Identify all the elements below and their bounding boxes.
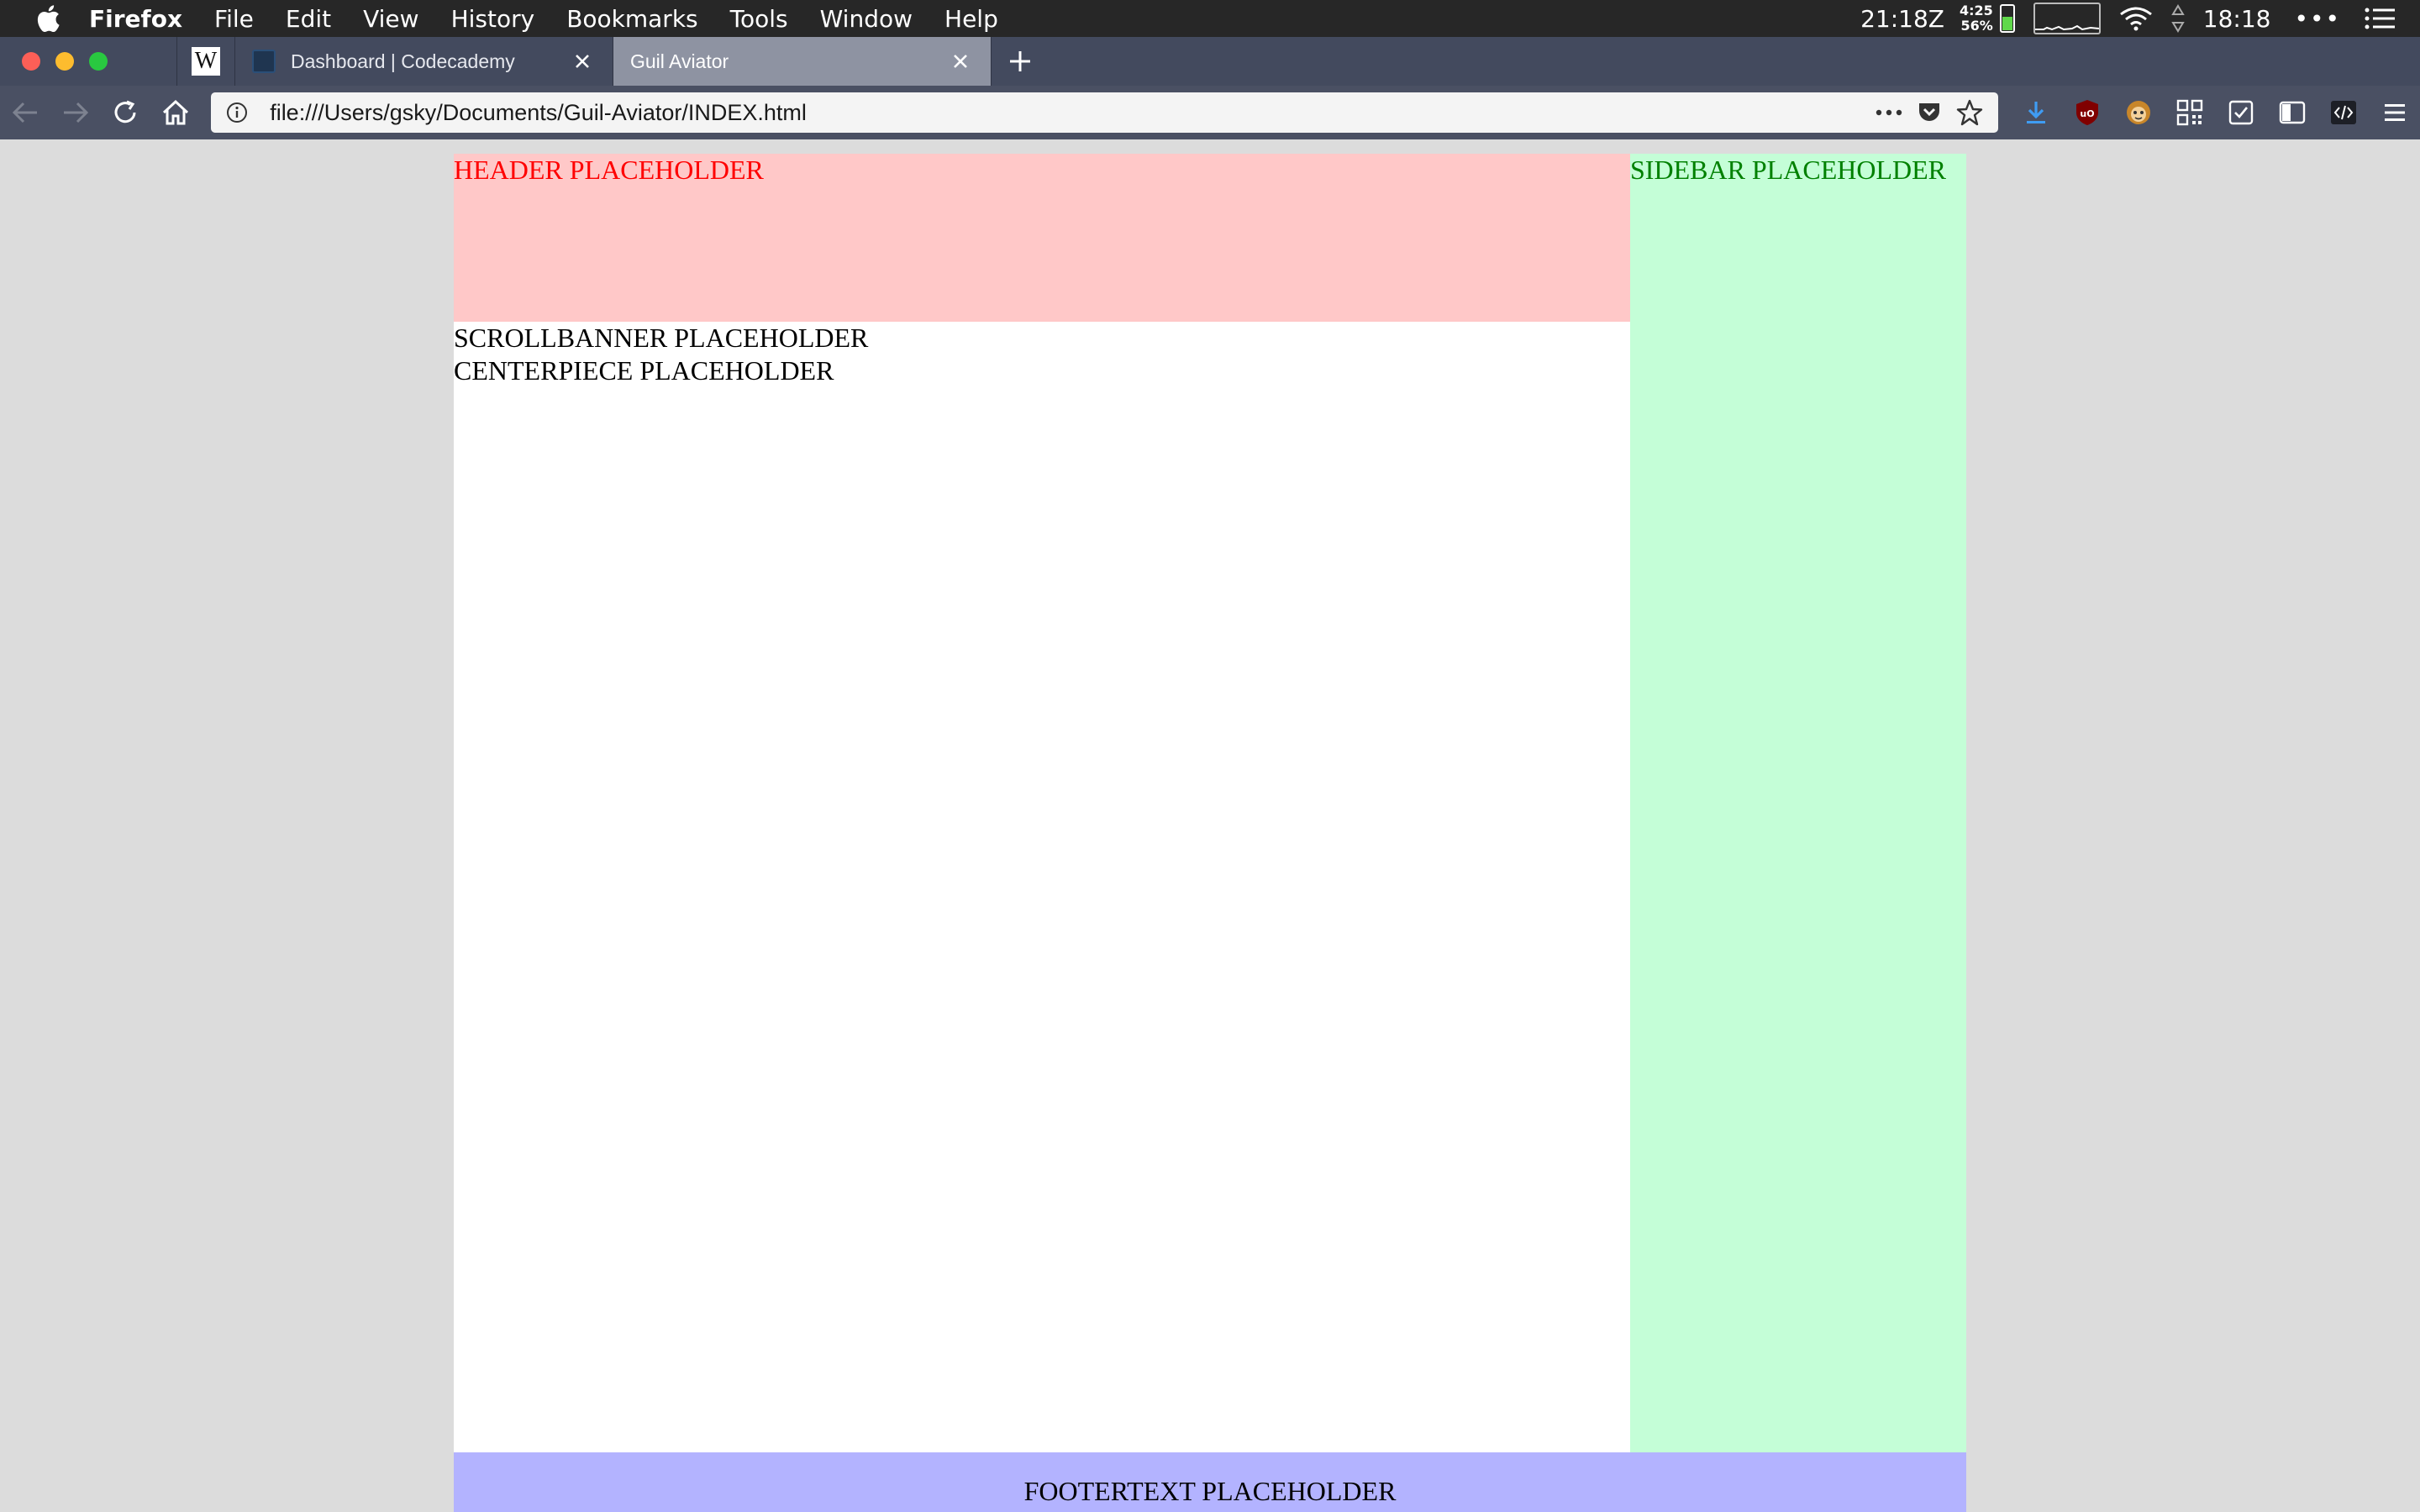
- downloads-icon[interactable]: [2010, 89, 2061, 136]
- menu-bar-status-area: 21:18Z 4:25 56% 18:18 •••: [1860, 0, 2420, 37]
- zoom-window-button[interactable]: [89, 52, 108, 71]
- back-button[interactable]: [0, 86, 50, 139]
- hamburger-menu-icon[interactable]: [2369, 89, 2420, 136]
- home-icon: [163, 99, 189, 125]
- arrow-left-icon: [12, 102, 37, 123]
- qr-code-icon[interactable]: [2164, 89, 2215, 136]
- macos-menu-bar: Firefox File Edit View History Bookmarks…: [0, 0, 2420, 37]
- menu-edit[interactable]: Edit: [286, 5, 331, 33]
- footer-text: FOOTERTEXT PLACEHOLDER: [1023, 1476, 1397, 1506]
- plus-icon: [1010, 51, 1030, 71]
- pinned-tab-wikipedia[interactable]: W: [176, 37, 235, 86]
- header-placeholder: HEADER PLACEHOLDER: [454, 154, 1630, 322]
- notification-center-icon[interactable]: [2365, 8, 2395, 29]
- battery-time: 4:25: [1959, 3, 1993, 18]
- battery-level: [2002, 17, 2012, 30]
- minimize-window-button[interactable]: [55, 52, 74, 71]
- menu-view[interactable]: View: [363, 5, 418, 33]
- sidebar-placeholder: SIDEBAR PLACEHOLDER: [1630, 154, 1966, 1452]
- wifi-icon[interactable]: [2119, 6, 2153, 31]
- sidebar-text: SIDEBAR PLACEHOLDER: [1630, 155, 1947, 185]
- home-button[interactable]: [150, 86, 201, 139]
- battery-percent: 56%: [1960, 18, 1993, 34]
- developer-tools-icon[interactable]: [2317, 89, 2369, 136]
- activity-graph-icon[interactable]: [2033, 3, 2101, 34]
- navigation-toolbar: file:///Users/gsky/Documents/Guil-Aviato…: [0, 86, 2420, 139]
- codecademy-favicon-icon: [252, 50, 276, 73]
- reload-button[interactable]: [101, 86, 151, 139]
- pocket-icon[interactable]: [1909, 96, 1949, 129]
- todo-checkbox-icon[interactable]: [2215, 89, 2266, 136]
- wikipedia-icon: W: [192, 47, 220, 76]
- menu-app-firefox[interactable]: Firefox: [89, 5, 182, 33]
- menu-file[interactable]: File: [214, 5, 254, 33]
- tab-codecademy[interactable]: Dashboard | Codecademy: [235, 37, 613, 86]
- tab-guil-aviator[interactable]: Guil Aviator: [613, 37, 992, 86]
- new-tab-button[interactable]: [992, 37, 1049, 86]
- forward-button[interactable]: [50, 86, 101, 139]
- sidebar-toggle-icon[interactable]: [2266, 89, 2317, 136]
- tampermonkey-icon[interactable]: [2112, 89, 2164, 136]
- zulu-time[interactable]: 21:18Z: [1860, 5, 1944, 33]
- tab-title: Dashboard | Codecademy: [291, 50, 515, 72]
- footer-placeholder: FOOTERTEXT PLACEHOLDER: [454, 1452, 1966, 1512]
- battery-readout[interactable]: 4:25 56%: [1960, 3, 1993, 34]
- menu-bar-clock[interactable]: 18:18: [2203, 5, 2271, 33]
- arrow-right-icon: [63, 102, 88, 123]
- svg-text:uO: uO: [2080, 108, 2094, 119]
- close-tab-icon[interactable]: [571, 50, 594, 73]
- menu-window[interactable]: Window: [820, 5, 913, 33]
- main-content: SCROLLBANNER PLACEHOLDER CENTERPIECE PLA…: [454, 322, 1630, 1452]
- battery-icon[interactable]: [1999, 4, 2015, 33]
- reload-icon: [115, 100, 136, 123]
- apple-menu-icon[interactable]: [27, 4, 69, 33]
- ublock-origin-icon[interactable]: uO: [2061, 89, 2112, 136]
- close-tab-icon[interactable]: [949, 50, 972, 73]
- scrollbanner-placeholder: SCROLLBANNER PLACEHOLDER: [454, 323, 869, 353]
- more-menu-extras-icon[interactable]: •••: [2294, 5, 2341, 33]
- centerpiece-placeholder: CENTERPIECE PLACEHOLDER: [454, 355, 834, 386]
- window-controls: [0, 37, 176, 86]
- bookmark-star-icon[interactable]: [1949, 96, 1990, 129]
- header-text: HEADER PLACEHOLDER: [454, 155, 764, 185]
- menu-bookmarks[interactable]: Bookmarks: [566, 5, 697, 33]
- network-activity-icon[interactable]: [2170, 4, 2186, 33]
- url-text[interactable]: file:///Users/gsky/Documents/Guil-Aviato…: [270, 100, 1869, 126]
- page-viewport: HEADER PLACEHOLDER SIDEBAR PLACEHOLDER S…: [0, 139, 2420, 1512]
- site-info-icon[interactable]: [224, 100, 250, 125]
- menu-help[interactable]: Help: [944, 5, 998, 33]
- close-window-button[interactable]: [22, 52, 40, 71]
- tab-strip: W Dashboard | Codecademy Guil Aviator: [0, 37, 2420, 86]
- tab-title: Guil Aviator: [630, 50, 729, 72]
- menu-history[interactable]: History: [451, 5, 535, 33]
- menu-tools[interactable]: Tools: [730, 5, 788, 33]
- page-actions-icon[interactable]: [1869, 96, 1909, 129]
- toolbar-extensions: uO: [2010, 89, 2420, 136]
- address-bar[interactable]: file:///Users/gsky/Documents/Guil-Aviato…: [211, 92, 1998, 133]
